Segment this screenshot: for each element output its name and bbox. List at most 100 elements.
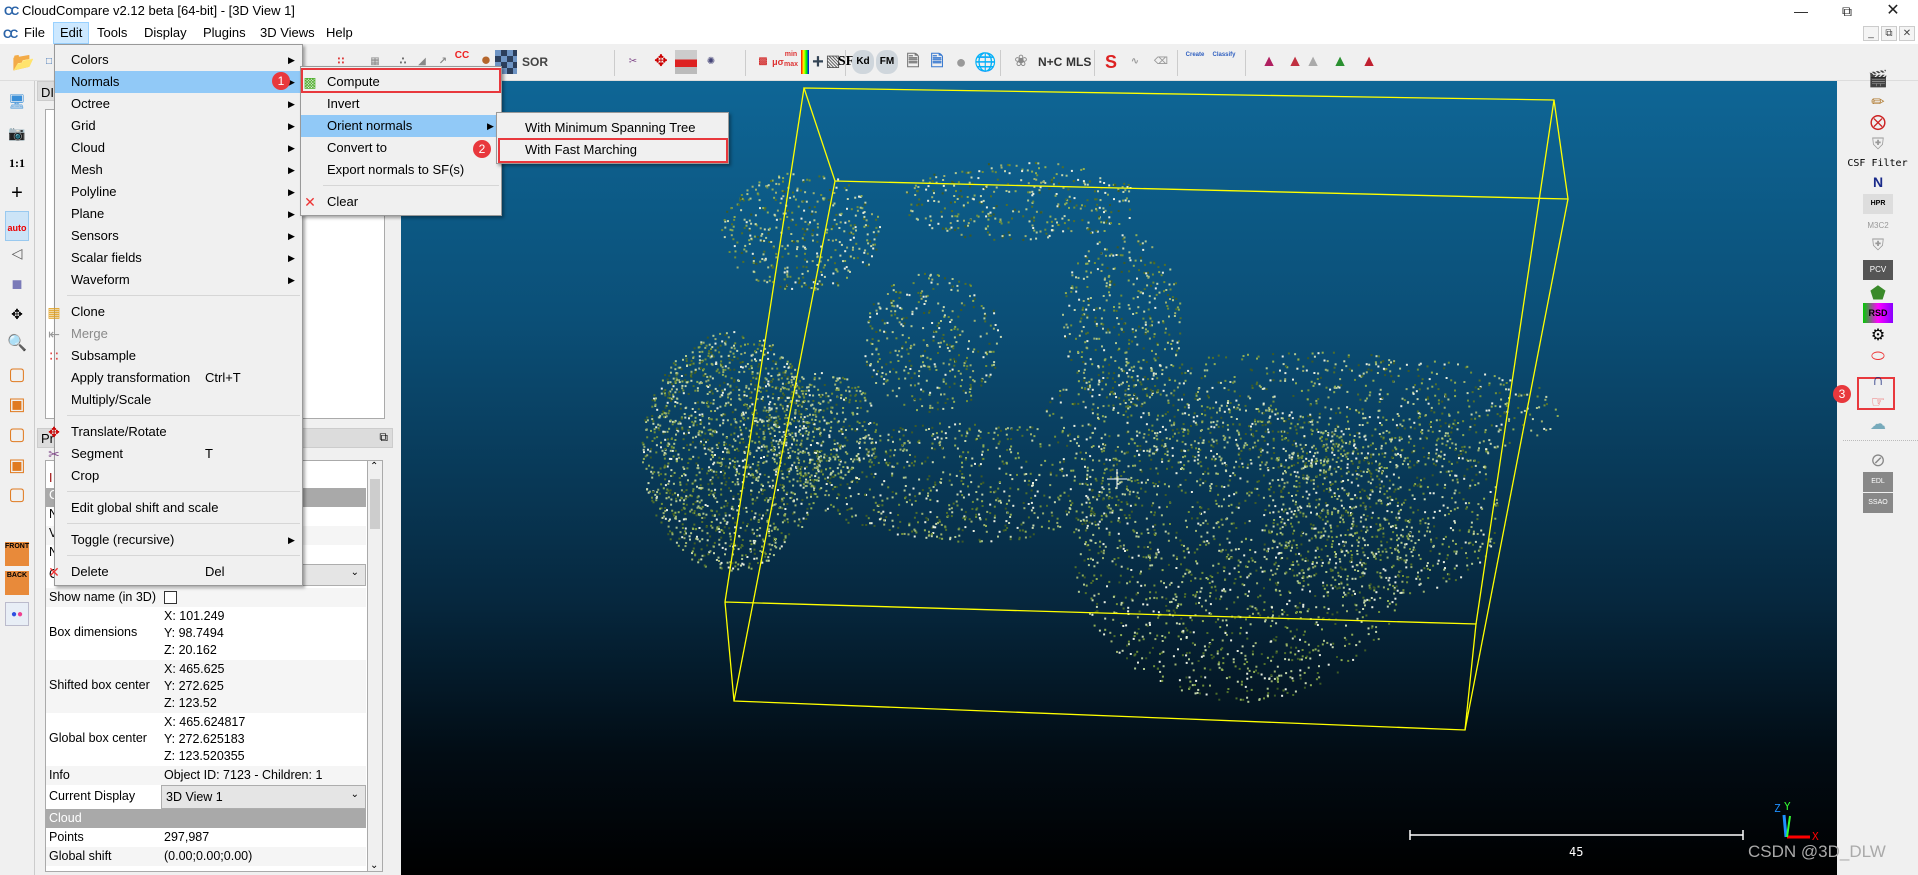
zoom-1-1-button[interactable]: 1:1 [5,151,29,175]
csv-file-icon[interactable]: 🗎 [926,50,948,74]
mdi-logo-icon: CC [3,27,18,41]
prop-value: X: 465.624817 [164,715,246,729]
stereo-icon[interactable]: ●● [5,602,29,626]
dropdown-value: 3D View 1 [166,790,223,804]
mls-icon[interactable]: MLS [1066,50,1091,74]
globe-icon[interactable]: 🌐 [974,50,996,74]
mdi-restore-button[interactable]: ⧉ [1881,26,1897,41]
top-view-icon[interactable]: ▢ [5,362,29,386]
h-icon[interactable]: ▲ [1329,50,1351,74]
toolbar-separator [614,50,615,76]
iso-front-button[interactable]: FRONT [5,542,29,566]
menu-bar: CC File Edit Tools Display Plugins 3D Vi… [0,22,1918,44]
prop-row-points: Points 297,987 [46,828,366,847]
prop-row-global-center: Global box center X: 465.624817 Y: 272.6… [46,713,366,766]
prop-value: Z: 123.52 [164,696,217,710]
sor-filter-icon[interactable]: SOR [522,50,548,74]
menu-3d-views[interactable]: 3D Views [254,22,321,44]
auto-pivot-button[interactable]: auto [5,211,29,241]
camera-icon[interactable]: 📷 [5,121,29,145]
prop-key: Box dimensions [49,625,138,639]
scroll-down-icon[interactable]: ⌄ [370,860,378,871]
close-button[interactable]: ✕ [1870,0,1916,22]
cross-section-icon[interactable] [675,50,697,74]
menu-edit[interactable]: Edit [53,22,90,44]
sphere-icon[interactable]: ● [950,50,972,74]
left-view-icon[interactable]: ▢ [5,422,29,446]
crosshair-icon[interactable]: + [5,181,29,205]
3d-view[interactable]: 45 X Y Z [401,81,1837,875]
prop-value: (0.00;0.00;0.00) [164,849,253,863]
prop-value: 297,987 [164,830,210,844]
app-logo-icon: CC [4,4,19,18]
prop-key: Current Display [49,789,136,803]
rgb-icon[interactable]: ▲ [1258,50,1280,74]
toolbar-separator [745,50,746,76]
grey-icon[interactable]: ▲ [1302,50,1324,74]
curve-icon[interactable]: S [1100,50,1122,74]
toolbar-separator [845,50,846,76]
prop-row-current-display: Current Display 3D View 1 ⌄ [46,785,366,809]
chevron-down-icon: ⌄ [350,789,359,800]
restore-button[interactable]: ⧉ [1824,0,1870,22]
fast-marching-icon[interactable]: FM [876,50,898,74]
prop-key: Global shift [49,849,112,863]
show-name-checkbox[interactable] [164,591,177,604]
prop-row-info: Info Object ID: 7123 - Children: 1 [46,766,366,785]
open-folder-icon[interactable]: 📂 [12,50,34,74]
kd-tree-icon[interactable]: Kd [852,50,874,74]
prop-key: Show name (in 3D) [49,590,156,604]
toolbar-separator [1245,50,1246,76]
prop-value: Z: 123.520355 [164,749,245,763]
screen-icon[interactable]: 🖥 [5,89,29,113]
move-icon[interactable]: ✥ [5,302,29,326]
cylinder-fit-icon[interactable]: ⌫ [1150,50,1172,74]
toolbar-separator [1000,50,1001,76]
prop-key: Global box center [49,731,147,745]
point-pick-icon[interactable]: ✺ [700,50,722,74]
puzzle-icon[interactable]: ❀ [1010,50,1032,74]
scissors-icon[interactable]: ✂ [622,50,644,74]
translate-rotate-icon[interactable]: ✥ [650,50,672,74]
shp-file-icon[interactable]: 🗎 [902,50,924,74]
canupo-create-icon[interactable]: Create [1184,50,1206,74]
scroll-up-icon[interactable]: ⌃ [370,461,378,472]
mdi-close-button[interactable]: ✕ [1899,26,1915,41]
toolbar-separator [1094,50,1095,76]
current-display-dropdown[interactable]: 3D View 1 ⌄ [161,785,366,809]
n-plus-c-icon[interactable]: N+C [1038,50,1062,74]
rotate-view-icon[interactable]: ◁ [5,241,29,265]
prop-value: Z: 20.162 [164,643,217,657]
minimize-button[interactable]: — [1778,0,1824,22]
registration-icon[interactable]: ∿ [1124,50,1146,74]
window-title: CloudCompare v2.12 beta [64-bit] - [3D V… [22,3,295,18]
prop-value: Y: 98.7494 [164,626,224,640]
sf-minmax-icon[interactable]: min max [780,50,802,74]
back-view-icon[interactable]: ▣ [5,453,29,477]
menu-plugins[interactable]: Plugins [197,22,252,44]
menu-file[interactable]: File [18,22,51,44]
canupo-classify-icon[interactable]: Classify [1210,50,1238,74]
front-view-icon[interactable]: ▣ [5,392,29,416]
float-panel-icon[interactable]: ⧉ [379,430,388,445]
menu-display[interactable]: Display [138,22,193,44]
iso-back-button[interactable]: BACK [5,571,29,595]
prop-row-box-dimensions: Box dimensions X: 101.249 Y: 98.7494 Z: … [46,607,366,660]
prop-key: Points [49,830,84,844]
title-bar: CC CloudCompare v2.12 beta [64-bit] - [3… [0,0,1918,22]
mdi-minimize-button[interactable]: _ [1863,26,1879,41]
scrollbar-thumb[interactable] [370,479,380,529]
cloud-group-header: Cloud [46,809,366,828]
magnifier-icon[interactable]: 🔍 [5,332,29,356]
menu-tools[interactable]: Tools [91,22,133,44]
perspective-icon[interactable]: ■ [5,272,29,296]
properties-scrollbar[interactable]: ⌃ ⌄ [367,460,383,872]
right-view-icon[interactable]: ▢ [5,482,29,506]
menu-help[interactable]: Help [320,22,359,44]
prop-row-shifted-center: Shifted box center X: 465.625 Y: 272.625… [46,660,366,713]
prop-value: X: 465.625 [164,662,225,676]
prop-row-global-shift: Global shift (0.00;0.00;0.00) [46,847,366,866]
view-toolbar: 🖥 📷 1:1 + auto ◁ ■ ✥ 🔍 ▢ ▣ ▢ ▣ ▢ FRONT B… [0,81,35,875]
k-icon[interactable]: ▲ [1358,50,1380,74]
prop-value: Y: 272.625 [164,679,224,693]
